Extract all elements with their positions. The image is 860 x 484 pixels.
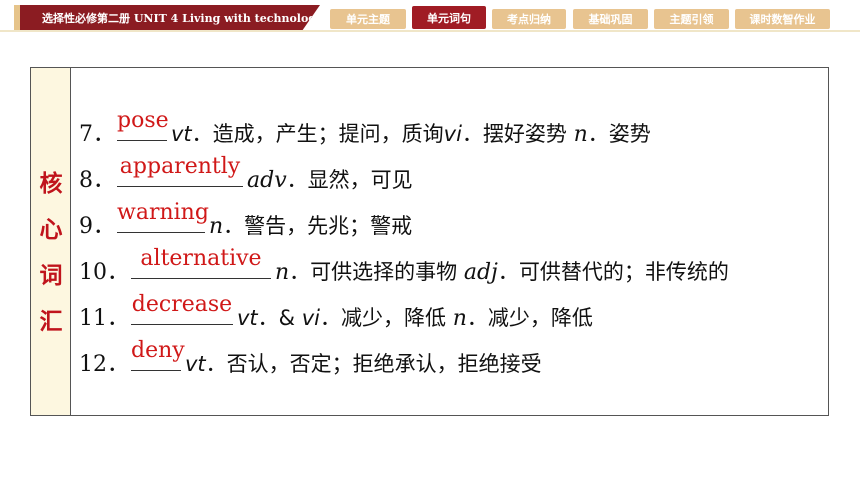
nav-theme-guide[interactable]: 主题引领 [654, 9, 729, 29]
vocab-row: 7． pose vt．造成，产生；提问，质询vi．摆好姿势 n．姿势 [79, 110, 651, 154]
part-of-speech: vt [171, 122, 192, 146]
side-label-column: 核 心 词 汇 [31, 68, 71, 415]
top-divider [0, 30, 860, 32]
answer-word: deny [131, 338, 185, 363]
item-number: 12． [79, 352, 129, 377]
vocab-row: 8． apparently adv．显然，可见 [79, 156, 413, 200]
answer-word: decrease [131, 292, 233, 317]
item-number: 10． [79, 260, 129, 285]
vocab-row: 10． alternative n．可供选择的事物 adj．可供替代的；非传统的 [79, 248, 729, 292]
definition-text: ．减少，降低 [320, 306, 453, 330]
item-number: 11． [79, 306, 129, 331]
answer-blank: decrease [131, 294, 233, 325]
answer-blank: apparently [117, 156, 243, 187]
nav-basic-practice[interactable]: 基础巩固 [573, 9, 648, 29]
part-of-speech: vt [237, 306, 258, 330]
item-number: 8． [79, 168, 115, 193]
definition-text: ．否认，否定；拒绝承认，拒绝接受 [205, 352, 542, 376]
part-of-speech: n [573, 122, 588, 147]
answer-blank: warning [117, 200, 209, 233]
top-bar: 选择性必修第二册 UNIT 4 Living with technology 单… [0, 0, 860, 34]
definition-text: ．减少，降低 [466, 306, 593, 330]
vocab-row: 12． deny vt．否认，否定；拒绝承认，拒绝接受 [79, 340, 542, 384]
part-of-speech: n [209, 214, 224, 239]
vocabulary-box: 核 心 词 汇 7． pose vt．造成，产生；提问，质询vi．摆好姿势 n．姿势… [30, 67, 829, 416]
part-of-speech: n [452, 306, 467, 331]
answer-word: pose [117, 108, 169, 133]
part-of-speech: n [275, 260, 290, 285]
definition-text: ．造成，产生；提问，质询 [191, 122, 444, 146]
definition-text: ．警告，先兆；警戒 [223, 214, 413, 238]
answer-blank: pose [117, 108, 169, 141]
part-of-speech: adj [463, 260, 498, 285]
unit-title-tab: 选择性必修第二册 UNIT 4 Living with technology [20, 5, 320, 31]
nav-unit-theme[interactable]: 单元主题 [330, 9, 406, 29]
answer-word: warning [117, 200, 209, 225]
vocab-row: 11． decrease vt．& vi．减少，降低 n．减少，降低 [79, 294, 593, 338]
answer-word: alternative [140, 246, 262, 271]
nav-unit-words[interactable]: 单元词句 [412, 6, 486, 29]
definition-text: ．& [257, 306, 302, 330]
side-label-char: 心 [39, 217, 63, 243]
nav-key-points[interactable]: 考点归纳 [492, 9, 566, 29]
definition-text: ．可供选择的事物 [289, 260, 464, 284]
nav-homework[interactable]: 课时数智作业 [735, 9, 830, 29]
item-number: 9． [79, 214, 115, 239]
part-of-speech: vt [185, 352, 206, 376]
definition-text: ．显然，可见 [286, 168, 413, 192]
definition-text: ．可供替代的；非传统的 [497, 260, 729, 284]
side-label-char: 汇 [39, 309, 63, 335]
side-label-char: 词 [39, 263, 63, 289]
definition-text: ．姿势 [587, 122, 651, 146]
answer-blank: alternative [131, 248, 271, 279]
unit-title: 选择性必修第二册 UNIT 4 Living with technology [42, 12, 323, 25]
vocab-row: 9． warning n．警告，先兆；警戒 [79, 202, 412, 246]
answer-blank: deny [131, 338, 185, 371]
part-of-speech: vi [301, 306, 320, 330]
part-of-speech: adv [247, 168, 287, 193]
definition-text: ．摆好姿势 [461, 122, 574, 146]
side-label-char: 核 [39, 171, 63, 197]
answer-word: apparently [119, 154, 241, 179]
part-of-speech: vi [443, 122, 462, 146]
item-number: 7． [79, 122, 115, 147]
